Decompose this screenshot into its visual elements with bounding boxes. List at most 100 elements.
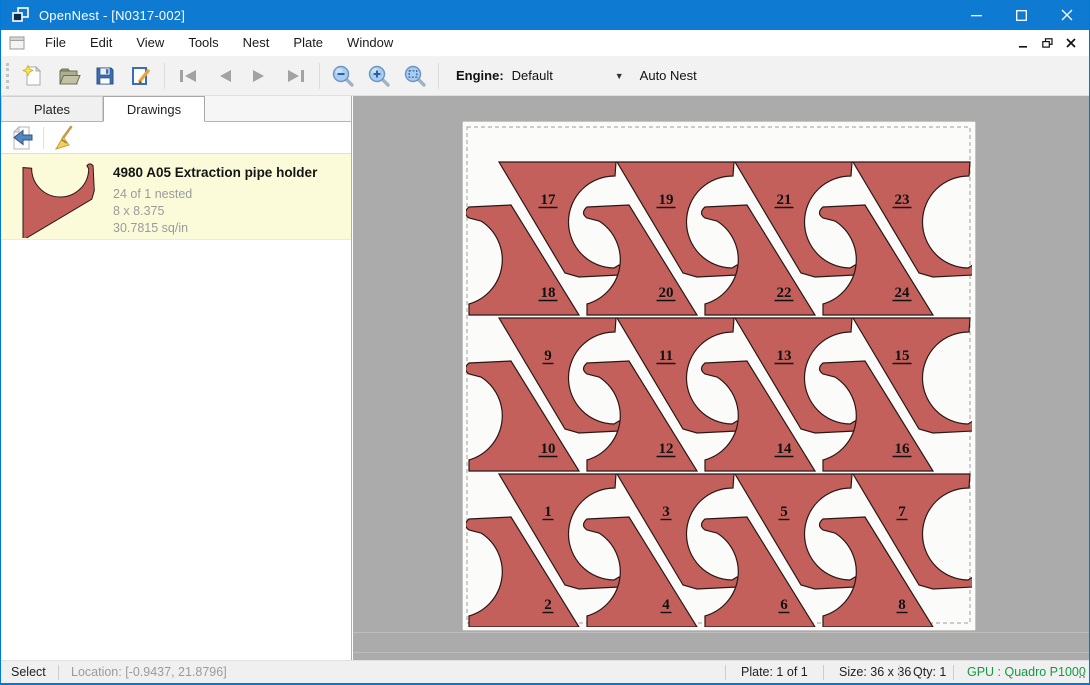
part-number: 11 [659, 348, 673, 364]
canvas-divider [353, 632, 1089, 633]
title-bar: OpenNest - [N0317-002] [1, 0, 1089, 30]
import-drawing-button[interactable] [7, 124, 39, 152]
part-number: 23 [895, 192, 910, 208]
zoom-out-button[interactable] [325, 60, 361, 92]
status-bar: Select Location: [-0.9437, 21.8796] Plat… [1, 660, 1089, 683]
mdi-restore-button[interactable] [1035, 33, 1059, 53]
engine-label: Engine: [456, 68, 504, 83]
menu-nest[interactable]: Nest [231, 30, 282, 56]
status-qty: Qty: 1 [913, 661, 946, 684]
close-button[interactable] [1044, 0, 1089, 30]
new-file-button[interactable] [15, 60, 51, 92]
part-number: 10 [541, 441, 556, 457]
auto-nest-button[interactable]: Auto Nest [640, 68, 697, 83]
resize-grip[interactable] [1076, 669, 1086, 679]
last-plate-button[interactable] [278, 60, 314, 92]
tab-plates[interactable]: Plates [1, 96, 103, 121]
part-number: 19 [659, 192, 674, 208]
zoom-fit-icon [403, 64, 427, 88]
plate-view: 171819202122232491011121314151612345678 [462, 121, 976, 631]
zoom-in-button[interactable] [361, 60, 397, 92]
mdi-child-icon[interactable] [9, 36, 25, 50]
part-number: 15 [895, 348, 910, 364]
toolbar-separator [319, 63, 320, 89]
drawing-area: 30.7815 sq/in [113, 221, 188, 235]
menu-file[interactable]: File [33, 30, 78, 56]
clean-broom-icon [51, 125, 77, 151]
part-number: 16 [895, 441, 911, 457]
tab-drawings[interactable]: Drawings [103, 96, 205, 122]
menu-window[interactable]: Window [335, 30, 405, 56]
status-mode: Select [11, 661, 46, 684]
app-mdi-icon [12, 7, 30, 23]
next-plate-button[interactable] [242, 60, 278, 92]
panel-toolbar-separator [43, 127, 44, 149]
status-plate: Plate: 1 of 1 [741, 661, 808, 684]
part-number: 20 [659, 285, 674, 301]
drawing-nested-count: 24 of 1 nested [113, 187, 192, 201]
menu-view[interactable]: View [124, 30, 176, 56]
part-thumbnail [11, 160, 107, 238]
new-file-icon [21, 64, 45, 88]
save-button[interactable] [87, 60, 123, 92]
engine-value: Default [512, 68, 553, 83]
toolbar-separator [438, 63, 439, 89]
zoom-fit-button[interactable] [397, 60, 433, 92]
part-number: 6 [780, 597, 788, 613]
save-icon [93, 64, 117, 88]
menu-tools[interactable]: Tools [176, 30, 230, 56]
toolbar-separator [164, 63, 165, 89]
drawing-title: 4980 A05 Extraction pipe holder [113, 165, 317, 180]
part-number: 2 [544, 597, 552, 613]
menu-plate[interactable]: Plate [281, 30, 335, 56]
part-number: 4 [662, 597, 670, 613]
status-size: Size: 36 x 36 [839, 661, 911, 684]
mdi-close-button[interactable] [1059, 33, 1083, 53]
first-plate-button[interactable] [170, 60, 206, 92]
part-number: 21 [777, 192, 792, 208]
side-panel: Plates Drawings 4980 A05 [1, 96, 352, 660]
canvas-divider [353, 652, 1089, 653]
mdi-restore-icon [1042, 38, 1053, 48]
part-number: 8 [898, 597, 906, 613]
part-number: 9 [544, 348, 552, 364]
menu-bar: File Edit View Tools Nest Plate Window [1, 30, 1089, 56]
part-number: 1 [544, 504, 552, 520]
menu-edit[interactable]: Edit [78, 30, 124, 56]
app-window: OpenNest - [N0317-002] File Edit View To… [0, 0, 1090, 685]
open-file-button[interactable] [51, 60, 87, 92]
go-last-icon [284, 64, 308, 88]
part-number: 17 [541, 192, 557, 208]
status-separator [58, 665, 59, 680]
close-icon [1061, 9, 1073, 21]
part-number: 18 [541, 285, 556, 301]
mdi-close-icon [1066, 38, 1076, 48]
part-number: 3 [662, 504, 670, 520]
zoom-out-icon [331, 64, 355, 88]
toolbar-grip[interactable] [6, 63, 9, 89]
clean-nest-button[interactable] [48, 124, 80, 152]
part-number: 22 [777, 285, 792, 301]
minimize-button[interactable] [954, 0, 999, 30]
part-number: 7 [898, 504, 906, 520]
part-number: 24 [895, 285, 911, 301]
go-previous-icon [212, 64, 236, 88]
window-title: OpenNest - [N0317-002] [39, 8, 185, 23]
part-number: 5 [780, 504, 788, 520]
nest-canvas[interactable]: 171819202122232491011121314151612345678 [353, 96, 1089, 660]
drawing-size: 8 x 8.375 [113, 204, 164, 218]
main-toolbar: Engine: Default ▼ Auto Nest [1, 56, 1089, 96]
drawing-list-item[interactable]: 4980 A05 Extraction pipe holder 24 of 1 … [1, 154, 351, 240]
engine-dropdown[interactable]: Default ▼ [512, 68, 630, 83]
mdi-minimize-button[interactable] [1011, 33, 1035, 53]
save-as-button[interactable] [123, 60, 159, 92]
status-gpu: GPU : Quadro P1000 [967, 661, 1086, 684]
maximize-button[interactable] [999, 0, 1044, 30]
go-next-icon [248, 64, 272, 88]
status-separator [899, 665, 900, 680]
previous-plate-button[interactable] [206, 60, 242, 92]
status-separator [953, 665, 954, 680]
status-separator [823, 665, 824, 680]
go-first-icon [176, 64, 200, 88]
status-location: Location: [-0.9437, 21.8796] [71, 661, 227, 684]
